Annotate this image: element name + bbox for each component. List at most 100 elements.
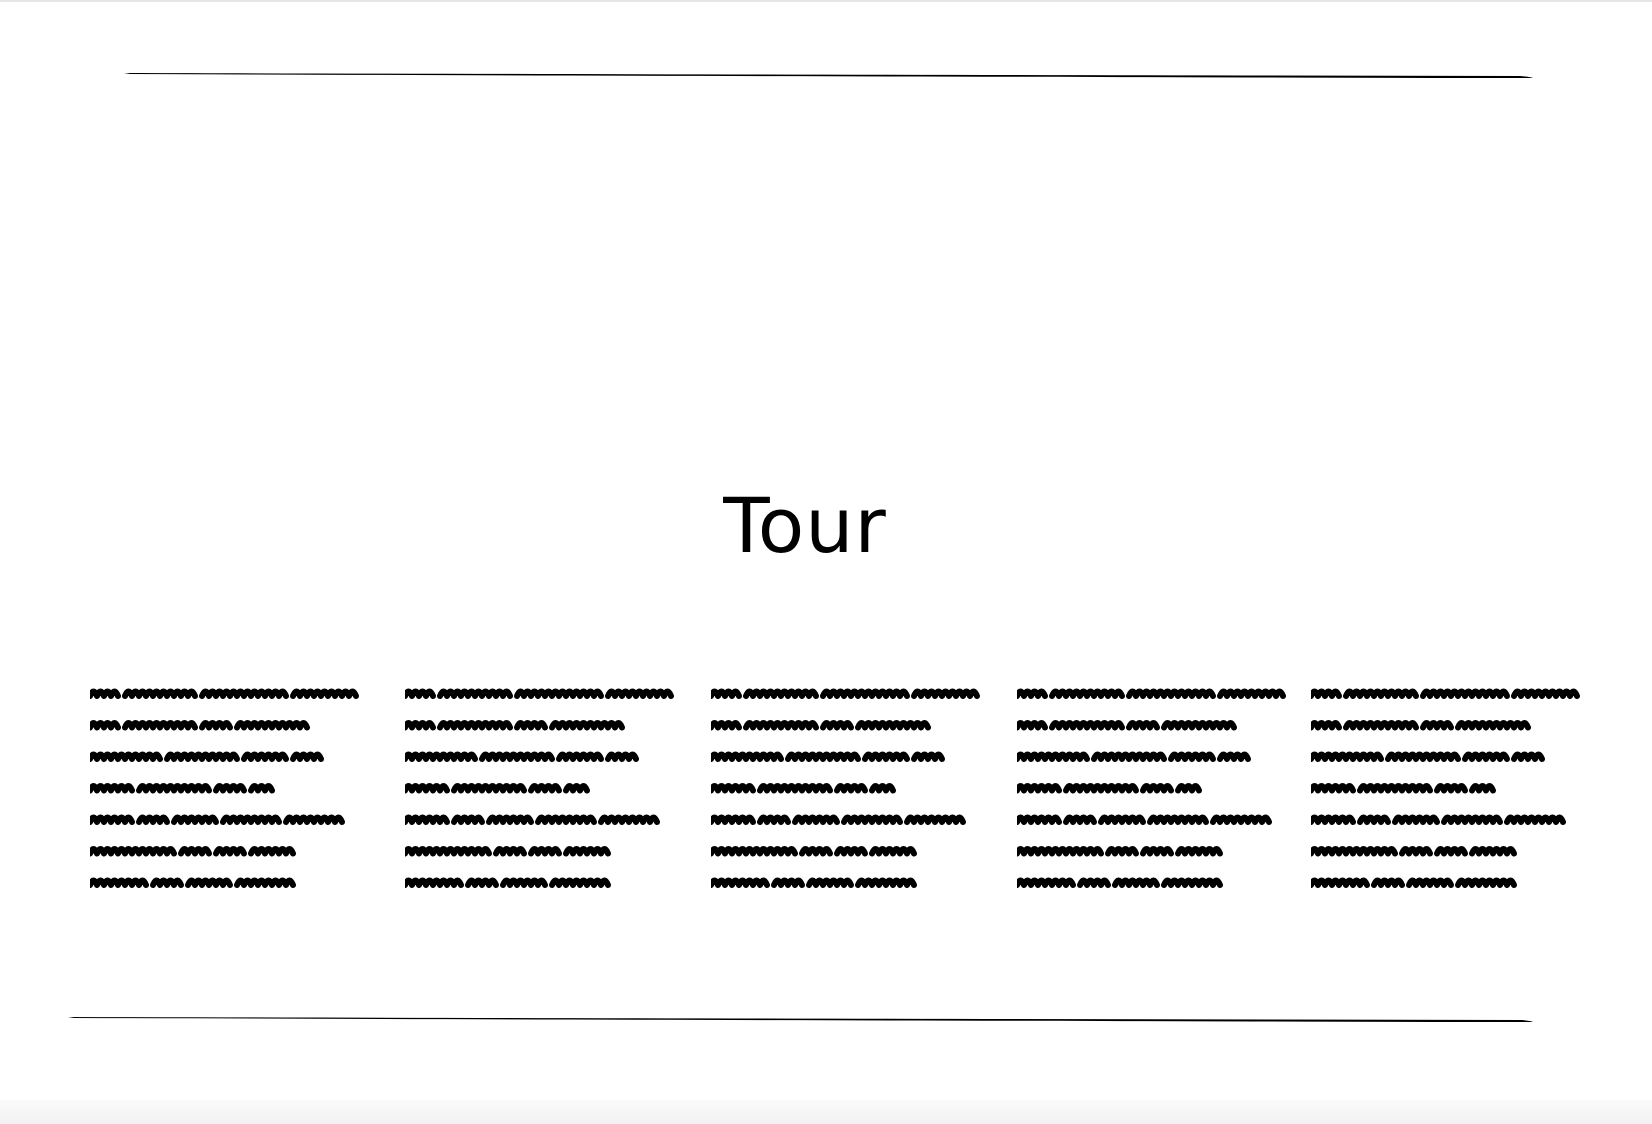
scribble-word — [1140, 846, 1174, 857]
scribble-word — [234, 720, 310, 731]
scribble-word — [743, 720, 819, 731]
scribble-word — [213, 783, 247, 794]
scribble-word — [1392, 814, 1440, 825]
scribble-word — [1049, 688, 1125, 699]
scribble-word — [1217, 751, 1251, 762]
scribble-word — [1420, 688, 1510, 699]
scribble-word — [563, 846, 611, 857]
scribble-lines — [90, 688, 359, 888]
scribble-word — [241, 751, 289, 762]
scribble-word — [820, 688, 910, 699]
scribble-word — [1017, 783, 1062, 794]
scribble-word — [1455, 720, 1531, 731]
scribble-word — [1126, 720, 1160, 731]
scribble-word — [1017, 846, 1104, 857]
scribble-word — [563, 783, 590, 794]
scribble-word — [598, 814, 660, 825]
scribble-word — [1357, 814, 1391, 825]
scribble-word — [1311, 814, 1356, 825]
scribble-word — [834, 783, 868, 794]
scribble-word — [841, 814, 903, 825]
scribble-word — [1147, 814, 1209, 825]
scribble-word — [1504, 814, 1566, 825]
text-block-4 — [1017, 680, 1287, 896]
scribble-word — [1469, 846, 1517, 857]
scribble-word — [1311, 783, 1356, 794]
page-title: Tour — [723, 481, 887, 570]
scribble-word — [1434, 846, 1468, 857]
text-block-3 — [711, 680, 981, 896]
scribble-word — [1017, 751, 1090, 762]
scribble-word — [178, 846, 212, 857]
scribble-word — [199, 720, 233, 731]
scribble-word — [1311, 688, 1342, 699]
scribble-word — [743, 688, 819, 699]
text-block-1 — [90, 680, 360, 896]
scribble-word — [1091, 751, 1167, 762]
scribble-word — [1311, 877, 1370, 888]
scribble-word — [465, 877, 499, 888]
scribble-word — [171, 814, 219, 825]
scribble-word — [1311, 720, 1342, 731]
scribble-word — [1017, 720, 1048, 731]
scribble-word — [711, 783, 756, 794]
scribble-word — [556, 751, 604, 762]
scribble-word — [1385, 751, 1461, 762]
scribble-word — [1371, 877, 1405, 888]
scribble-word — [90, 720, 121, 731]
scribble-word — [248, 783, 275, 794]
scribble-word — [90, 846, 177, 857]
scribble-word — [711, 877, 770, 888]
scribble-word — [90, 814, 135, 825]
scribble-word — [1441, 814, 1503, 825]
scribble-word — [1063, 783, 1139, 794]
scribble-word — [711, 846, 798, 857]
scribble-word — [1017, 814, 1062, 825]
scribble-word — [1049, 720, 1125, 731]
scribble-word — [1434, 783, 1468, 794]
scribble-word — [437, 688, 513, 699]
scribble-lines — [405, 688, 674, 888]
text-block-2 — [405, 680, 675, 896]
scribble-word — [479, 751, 555, 762]
scribble-word — [1311, 751, 1384, 762]
scribble-word — [1161, 877, 1223, 888]
scribble-word — [1175, 846, 1223, 857]
scribble-word — [834, 846, 868, 857]
scribble-word — [869, 846, 917, 857]
scribble-word — [199, 688, 289, 699]
bottom-rule — [68, 1017, 1533, 1022]
scribble-word — [90, 688, 121, 699]
scribble-word — [405, 720, 436, 731]
scribble-word — [799, 846, 833, 857]
scribble-word — [711, 688, 742, 699]
scribble-lines — [711, 688, 980, 888]
scribble-word — [90, 877, 149, 888]
scribble-word — [1017, 877, 1076, 888]
scribble-word — [514, 720, 548, 731]
scribble-word — [405, 751, 478, 762]
scribble-word — [1161, 720, 1237, 731]
scribble-word — [1168, 751, 1216, 762]
scribble-word — [451, 814, 485, 825]
scribble-word — [283, 814, 345, 825]
scribble-word — [500, 877, 548, 888]
scribble-word — [493, 846, 527, 857]
scribble-word — [911, 688, 980, 699]
scribble-word — [806, 877, 854, 888]
scribble-word — [792, 814, 840, 825]
scribble-word — [605, 688, 674, 699]
scribble-word — [904, 814, 966, 825]
scribble-word — [290, 751, 324, 762]
scribble-word — [486, 814, 534, 825]
top-rule — [124, 73, 1533, 78]
scribble-word — [405, 846, 492, 857]
scribble-word — [514, 688, 604, 699]
scribble-word — [535, 814, 597, 825]
bottom-band — [0, 1100, 1652, 1124]
scribble-word — [405, 814, 450, 825]
scribble-word — [757, 814, 791, 825]
scribble-word — [405, 877, 464, 888]
scribble-word — [771, 877, 805, 888]
scribble-word — [1017, 688, 1048, 699]
